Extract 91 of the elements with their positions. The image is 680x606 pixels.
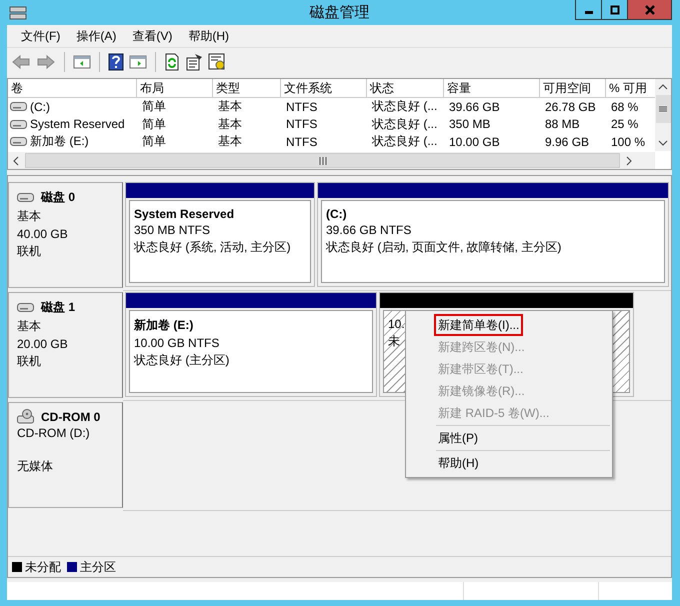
drive-icon (10, 120, 27, 129)
panel-icon[interactable] (73, 54, 91, 70)
column-header[interactable]: 容量 (444, 79, 540, 97)
disk-status: 联机 (17, 243, 42, 260)
partition-status: 状态良好 (系统, 活动, 主分区) (134, 239, 291, 256)
disk-size: 40.00 GB (17, 227, 69, 241)
partition-size: 39.66 GB NTFS (326, 223, 412, 237)
table-cell-text: 基本 (217, 98, 243, 116)
menu-item[interactable]: 帮助(H) (180, 28, 237, 44)
legend-label: 未分配 (25, 558, 61, 576)
table-cell-text: 简单 (141, 98, 167, 116)
table-cell-text: 68 % (610, 100, 640, 114)
partition-name: (C:) (326, 207, 347, 221)
column-header[interactable]: 状态 (367, 79, 444, 97)
disk-label-panel[interactable]: CD-ROM 0 CD-ROM (D:) 无媒体 (8, 402, 123, 508)
menu-item[interactable]: 操作(A) (68, 28, 124, 44)
partition[interactable]: (C:) 39.66 GB NTFS 状态良好 (启动, 页面文件, 故障转储, 主分区) (317, 182, 669, 287)
maximize-icon (610, 4, 620, 14)
back-icon[interactable] (11, 54, 31, 70)
table-cell-text: 状态良好 (... (371, 133, 438, 150)
table-cell-text: 9.96 GB (544, 134, 590, 149)
close-button[interactable] (627, 0, 672, 20)
table-cell-text: 基本 (217, 116, 243, 133)
partition-name: 新加卷 (E:) (134, 317, 194, 334)
minimize-icon (584, 11, 592, 14)
menu-item[interactable]: 文件(F) (13, 28, 68, 44)
drive-icon (17, 193, 34, 202)
menu-item[interactable]: 查看(V) (124, 28, 180, 44)
help-icon[interactable] (108, 53, 124, 71)
window-title: 磁盘管理 (310, 3, 370, 22)
disk-type: 基本 (17, 318, 42, 335)
disk-size: 20.00 GB (17, 337, 69, 351)
table-cell-text: 状态良好 (... (371, 116, 438, 133)
minimize-button[interactable] (575, 0, 602, 20)
settings-icon[interactable] (208, 53, 226, 71)
table-cell-text: 88 MB (544, 117, 581, 132)
drive-icon (10, 102, 27, 112)
disk-name: CD-ROM 0 (41, 410, 100, 424)
table-cell-text: NTFS (285, 134, 318, 149)
refresh-icon[interactable] (164, 53, 180, 71)
drive-icon (17, 303, 34, 312)
partition-size: 350 MB NTFS (134, 223, 210, 237)
partition-size: 10.00 GB NTFS (134, 336, 220, 350)
disk-name: 磁盘 0 (41, 189, 76, 206)
legend-label: 主分区 (80, 558, 116, 576)
disk-status: 联机 (17, 353, 42, 370)
app-icon (9, 4, 27, 20)
column-header[interactable]: 卷 (8, 79, 137, 97)
disk-status: 无媒体 (17, 458, 54, 475)
context-menu-item[interactable]: 属性(P) (408, 427, 610, 449)
table-cell-text: 100 % (610, 134, 646, 149)
table-cell-text: 简单 (141, 116, 167, 133)
partition-name: System Reserved (134, 207, 234, 221)
partition[interactable]: 新加卷 (E:) 10.00 GB NTFS 状态良好 (主分区) (125, 292, 377, 397)
partition-status: 未 (388, 333, 400, 350)
table-cell-text: 350 MB (448, 117, 492, 132)
partition-status: 状态良好 (启动, 页面文件, 故障转储, 主分区) (326, 239, 562, 256)
disk-label-panel[interactable]: 磁盘 0 基本 40.00 GB 联机 (8, 182, 123, 288)
partition-size: 10. (388, 317, 405, 331)
disk-type: 基本 (17, 208, 42, 225)
cd-drive-icon (17, 409, 34, 424)
table-cell-text: 状态良好 (... (371, 98, 438, 116)
table-cell-text: 39.66 GB (448, 100, 501, 114)
forward-icon[interactable] (36, 54, 56, 70)
column-header[interactable]: 类型 (213, 79, 281, 97)
properties-icon[interactable] (185, 53, 203, 71)
disk-label-panel[interactable]: 磁盘 1 基本 20.00 GB 联机 (8, 292, 123, 398)
disk-name: 磁盘 1 (41, 299, 76, 316)
table-cell-text: 26.78 GB (544, 100, 597, 114)
partition-status: 状态良好 (主分区) (134, 352, 230, 369)
disk-type: CD-ROM (D:) (17, 426, 91, 440)
table-cell: (C:) (30, 100, 50, 114)
table-cell: 新加卷 (E:) (30, 133, 89, 150)
table-cell-text: 基本 (217, 133, 243, 150)
column-header[interactable]: 可用空间 (540, 79, 606, 97)
vertical-scrollbar-thumb[interactable] (656, 95, 670, 123)
panel-icon[interactable] (129, 54, 147, 70)
table-cell: System Reserved (30, 117, 125, 132)
close-icon (644, 4, 654, 14)
context-menu-item[interactable]: 帮助(H) (408, 452, 610, 474)
context-menu-item[interactable]: 新建简单卷(I)... (434, 314, 524, 336)
column-header[interactable]: 布局 (137, 79, 213, 97)
table-cell-text: 10.00 GB (448, 134, 501, 149)
table-cell-text: NTFS (285, 100, 318, 114)
table-cell-text: 简单 (141, 133, 167, 150)
table-cell-text: 25 % (610, 117, 640, 132)
table-cell-text: NTFS (285, 117, 318, 132)
partition[interactable]: System Reserved 350 MB NTFS 状态良好 (系统, 活动, 主分区) (125, 182, 315, 287)
column-header[interactable]: 文件系统 (281, 79, 367, 97)
horizontal-scrollbar-thumb[interactable] (25, 153, 620, 168)
drive-icon (10, 137, 27, 146)
